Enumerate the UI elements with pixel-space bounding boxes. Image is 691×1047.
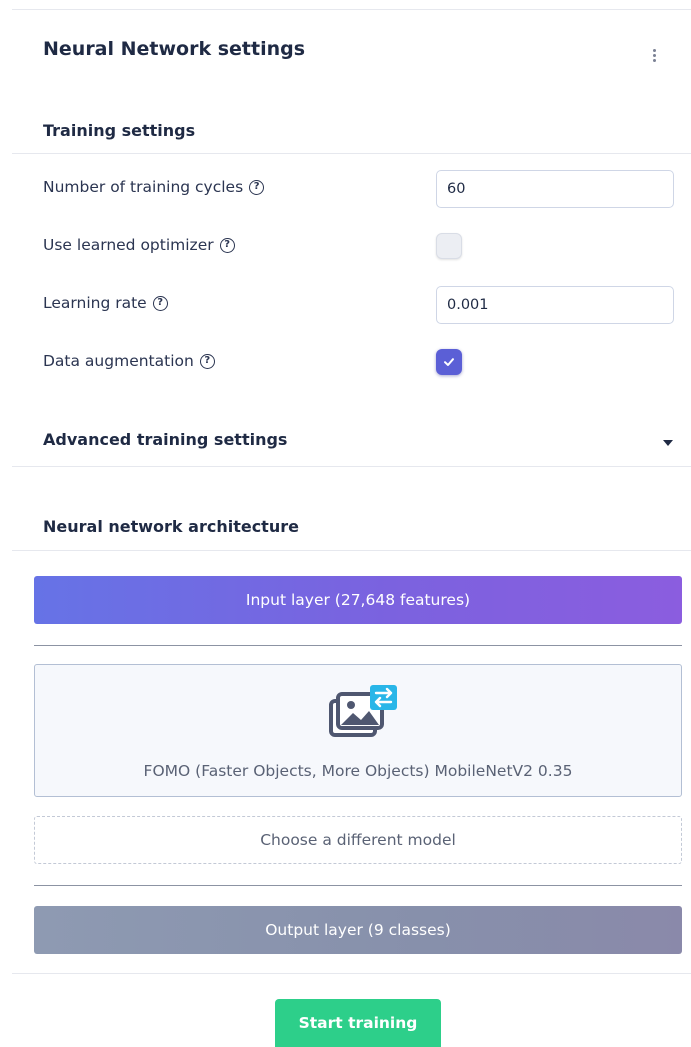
learned-optimizer-text: Use learned optimizer xyxy=(43,236,214,254)
learned-optimizer-checkbox[interactable] xyxy=(436,233,462,259)
image-swap-icon xyxy=(329,685,397,737)
learning-rate-label: Learning rate ? xyxy=(43,294,168,312)
model-name: FOMO (Faster Objects, More Objects) Mobi… xyxy=(143,762,573,780)
help-icon[interactable]: ? xyxy=(249,179,265,195)
training-settings-heading: Training settings xyxy=(43,121,196,140)
choose-model-label: Choose a different model xyxy=(260,831,456,849)
input-layer: Input layer (27,648 features) xyxy=(34,576,682,624)
help-icon[interactable]: ? xyxy=(199,353,215,369)
data-augmentation-label: Data augmentation ? xyxy=(43,352,215,370)
choose-model-button[interactable]: Choose a different model xyxy=(34,816,682,864)
section-divider xyxy=(12,466,691,467)
kebab-menu-icon[interactable] xyxy=(645,44,663,66)
advanced-settings-heading[interactable]: Advanced training settings xyxy=(43,430,287,449)
section-divider xyxy=(12,550,691,551)
data-augmentation-text: Data augmentation xyxy=(43,352,194,370)
start-training-button[interactable]: Start training xyxy=(275,999,441,1047)
output-layer-label: Output layer (9 classes) xyxy=(265,921,451,939)
architecture-heading: Neural network architecture xyxy=(43,517,299,536)
training-cycles-input[interactable] xyxy=(436,170,674,208)
layer-connector-line xyxy=(34,645,682,646)
layer-connector-line xyxy=(34,885,682,886)
section-divider xyxy=(12,973,691,974)
check-icon xyxy=(444,358,454,366)
section-divider xyxy=(12,153,691,154)
top-divider xyxy=(12,9,691,10)
learning-rate-input[interactable] xyxy=(436,286,674,324)
training-cycles-label: Number of training cycles ? xyxy=(43,178,265,196)
help-icon[interactable]: ? xyxy=(219,237,235,253)
input-layer-label: Input layer (27,648 features) xyxy=(245,591,471,609)
help-icon[interactable]: ? xyxy=(152,295,168,311)
training-cycles-text: Number of training cycles xyxy=(43,178,244,196)
caret-down-icon[interactable] xyxy=(663,440,673,446)
panel-title: Neural Network settings xyxy=(43,38,306,60)
model-block[interactable]: FOMO (Faster Objects, More Objects) Mobi… xyxy=(34,664,682,797)
learned-optimizer-label: Use learned optimizer ? xyxy=(43,236,235,254)
output-layer: Output layer (9 classes) xyxy=(34,906,682,954)
learning-rate-text: Learning rate xyxy=(43,294,147,312)
data-augmentation-checkbox[interactable] xyxy=(436,349,462,375)
